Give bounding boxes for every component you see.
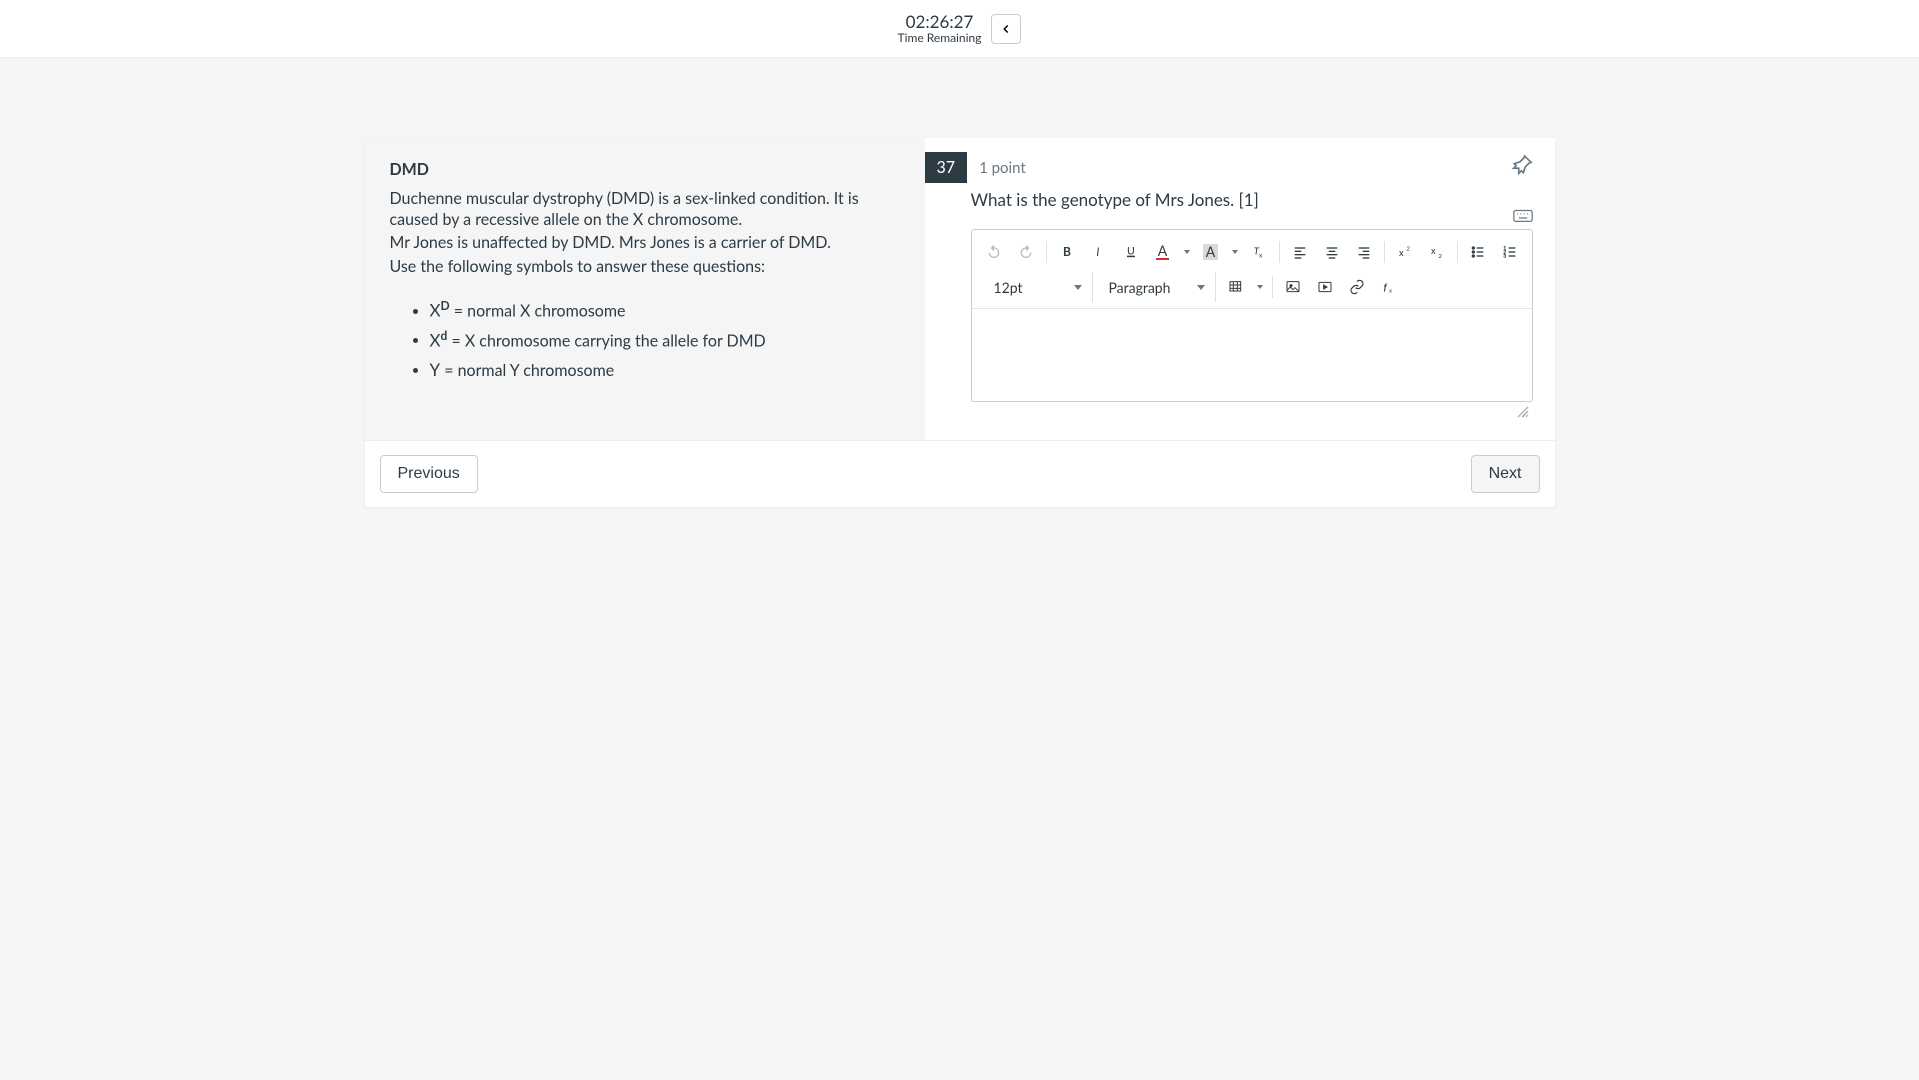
equation-button[interactable]: fx bbox=[1373, 273, 1405, 301]
timer-label: Time Remaining bbox=[898, 31, 982, 44]
highlight-icon: A bbox=[1203, 244, 1218, 260]
resize-icon bbox=[1517, 406, 1529, 418]
fontsize-wrap: 12pt bbox=[982, 272, 1093, 302]
toolbar-separator bbox=[1384, 241, 1385, 263]
subscript-button[interactable]: x2 bbox=[1421, 238, 1453, 266]
image-icon bbox=[1285, 279, 1301, 295]
stimulus-paragraph-1: Duchenne muscular dystrophy (DMD) is a s… bbox=[390, 189, 900, 231]
question-points: 1 point bbox=[979, 159, 1026, 177]
stimulus-title: DMD bbox=[390, 160, 900, 179]
svg-text:x: x bbox=[1431, 245, 1436, 256]
clear-format-button[interactable]: Tx bbox=[1243, 238, 1275, 266]
bold-icon: B bbox=[1059, 244, 1075, 260]
timer-collapse-button[interactable] bbox=[991, 14, 1021, 44]
align-left-icon bbox=[1292, 244, 1308, 260]
svg-text:f: f bbox=[1383, 281, 1387, 292]
align-left-button[interactable] bbox=[1284, 238, 1316, 266]
equation-icon: fx bbox=[1381, 279, 1397, 295]
blockformat-wrap: Paragraph bbox=[1097, 272, 1216, 302]
media-button[interactable] bbox=[1309, 273, 1341, 301]
stimulus-paragraph-2: Mr Jones is unaffected by DMD. Mrs Jones… bbox=[390, 233, 900, 254]
toolbar-separator bbox=[1046, 241, 1047, 263]
pin-button[interactable] bbox=[1511, 154, 1533, 176]
number-list-button[interactable]: 123 bbox=[1494, 238, 1526, 266]
question-header: 37 1 point bbox=[925, 152, 1533, 183]
svg-text:x: x bbox=[1259, 251, 1263, 259]
svg-text:x: x bbox=[1389, 287, 1392, 294]
redo-button[interactable] bbox=[1010, 238, 1042, 266]
undo-button[interactable] bbox=[978, 238, 1010, 266]
media-icon bbox=[1317, 279, 1333, 295]
align-right-button[interactable] bbox=[1348, 238, 1380, 266]
question-panel: 37 1 point What is the genotype of Mrs J… bbox=[925, 138, 1555, 440]
subscript-icon: x2 bbox=[1429, 244, 1445, 260]
table-dropdown[interactable] bbox=[1252, 273, 1268, 301]
clear-format-icon: Tx bbox=[1251, 244, 1267, 260]
svg-text:U: U bbox=[1127, 245, 1135, 258]
underline-icon: U bbox=[1123, 244, 1139, 260]
rich-text-editor: B I U A A Tx x2 x2 12 bbox=[971, 229, 1533, 402]
italic-button[interactable]: I bbox=[1083, 238, 1115, 266]
pin-icon bbox=[1511, 154, 1533, 176]
symbol-list: XD = normal X chromosome Xd = X chromoso… bbox=[390, 296, 900, 383]
table-icon bbox=[1228, 279, 1244, 295]
timer-value: 02:26:27 bbox=[906, 13, 974, 32]
link-icon bbox=[1349, 279, 1365, 295]
stimulus-panel: DMD Duchenne muscular dystrophy (DMD) is… bbox=[365, 138, 925, 440]
resize-handle[interactable] bbox=[971, 402, 1533, 420]
align-center-button[interactable] bbox=[1316, 238, 1348, 266]
bullet-list-button[interactable] bbox=[1462, 238, 1494, 266]
svg-text:B: B bbox=[1063, 244, 1071, 259]
toolbar-row-1: B I U A A Tx x2 x2 12 bbox=[972, 230, 1532, 270]
bold-button[interactable]: B bbox=[1051, 238, 1083, 266]
next-button[interactable]: Next bbox=[1471, 455, 1540, 493]
toolbar-separator bbox=[1279, 241, 1280, 263]
svg-text:x: x bbox=[1399, 247, 1404, 258]
superscript-button[interactable]: x2 bbox=[1389, 238, 1421, 266]
highlight-button[interactable]: A bbox=[1195, 238, 1227, 266]
blockformat-dropdown[interactable]: Paragraph bbox=[1097, 272, 1215, 302]
align-center-icon bbox=[1324, 244, 1340, 260]
content-row: DMD Duchenne muscular dystrophy (DMD) is… bbox=[365, 138, 1555, 440]
answer-textarea[interactable] bbox=[972, 309, 1532, 401]
image-button[interactable] bbox=[1277, 273, 1309, 301]
toolbar-row-2: 12pt Paragraph fx bbox=[972, 270, 1532, 309]
undo-icon bbox=[986, 244, 1002, 260]
text-color-button[interactable]: A bbox=[1147, 238, 1179, 266]
chevron-left-icon bbox=[999, 22, 1013, 36]
redo-icon bbox=[1018, 244, 1034, 260]
highlight-dropdown[interactable] bbox=[1227, 238, 1243, 266]
text-color-dropdown[interactable] bbox=[1179, 238, 1195, 266]
question-text: What is the genotype of Mrs Jones. [1] bbox=[971, 189, 1533, 211]
symbol-item: XD = normal X chromosome bbox=[430, 296, 900, 324]
italic-icon: I bbox=[1091, 244, 1107, 260]
question-number-badge: 37 bbox=[925, 152, 968, 183]
keyboard-button[interactable] bbox=[1513, 208, 1533, 224]
previous-button[interactable]: Previous bbox=[380, 455, 478, 493]
top-header: 02:26:27 Time Remaining bbox=[0, 0, 1919, 58]
number-list-icon: 123 bbox=[1502, 244, 1518, 260]
link-button[interactable] bbox=[1341, 273, 1373, 301]
fontsize-dropdown[interactable]: 12pt bbox=[982, 272, 1092, 302]
symbol-item: Y = normal Y chromosome bbox=[430, 356, 900, 384]
svg-text:I: I bbox=[1096, 246, 1099, 259]
toolbar-separator bbox=[1457, 241, 1458, 263]
quiz-card: DMD Duchenne muscular dystrophy (DMD) is… bbox=[365, 138, 1555, 507]
underline-button[interactable]: U bbox=[1115, 238, 1147, 266]
align-right-icon bbox=[1356, 244, 1372, 260]
superscript-icon: x2 bbox=[1397, 244, 1413, 260]
svg-text:2: 2 bbox=[1438, 253, 1442, 260]
toolbar-separator bbox=[1272, 276, 1273, 298]
text-color-icon: A bbox=[1156, 244, 1169, 260]
timer-text: 02:26:27 Time Remaining bbox=[898, 13, 982, 45]
timer: 02:26:27 Time Remaining bbox=[898, 13, 1022, 45]
keyboard-icon bbox=[1513, 208, 1533, 223]
table-button[interactable] bbox=[1220, 273, 1252, 301]
symbol-item: Xd = X chromosome carrying the allele fo… bbox=[430, 326, 900, 354]
bullet-list-icon bbox=[1470, 244, 1486, 260]
svg-text:2: 2 bbox=[1406, 246, 1410, 253]
stimulus-instruction: Use the following symbols to answer thes… bbox=[390, 257, 900, 278]
svg-text:3: 3 bbox=[1503, 252, 1506, 258]
nav-footer: Previous Next bbox=[365, 440, 1555, 507]
